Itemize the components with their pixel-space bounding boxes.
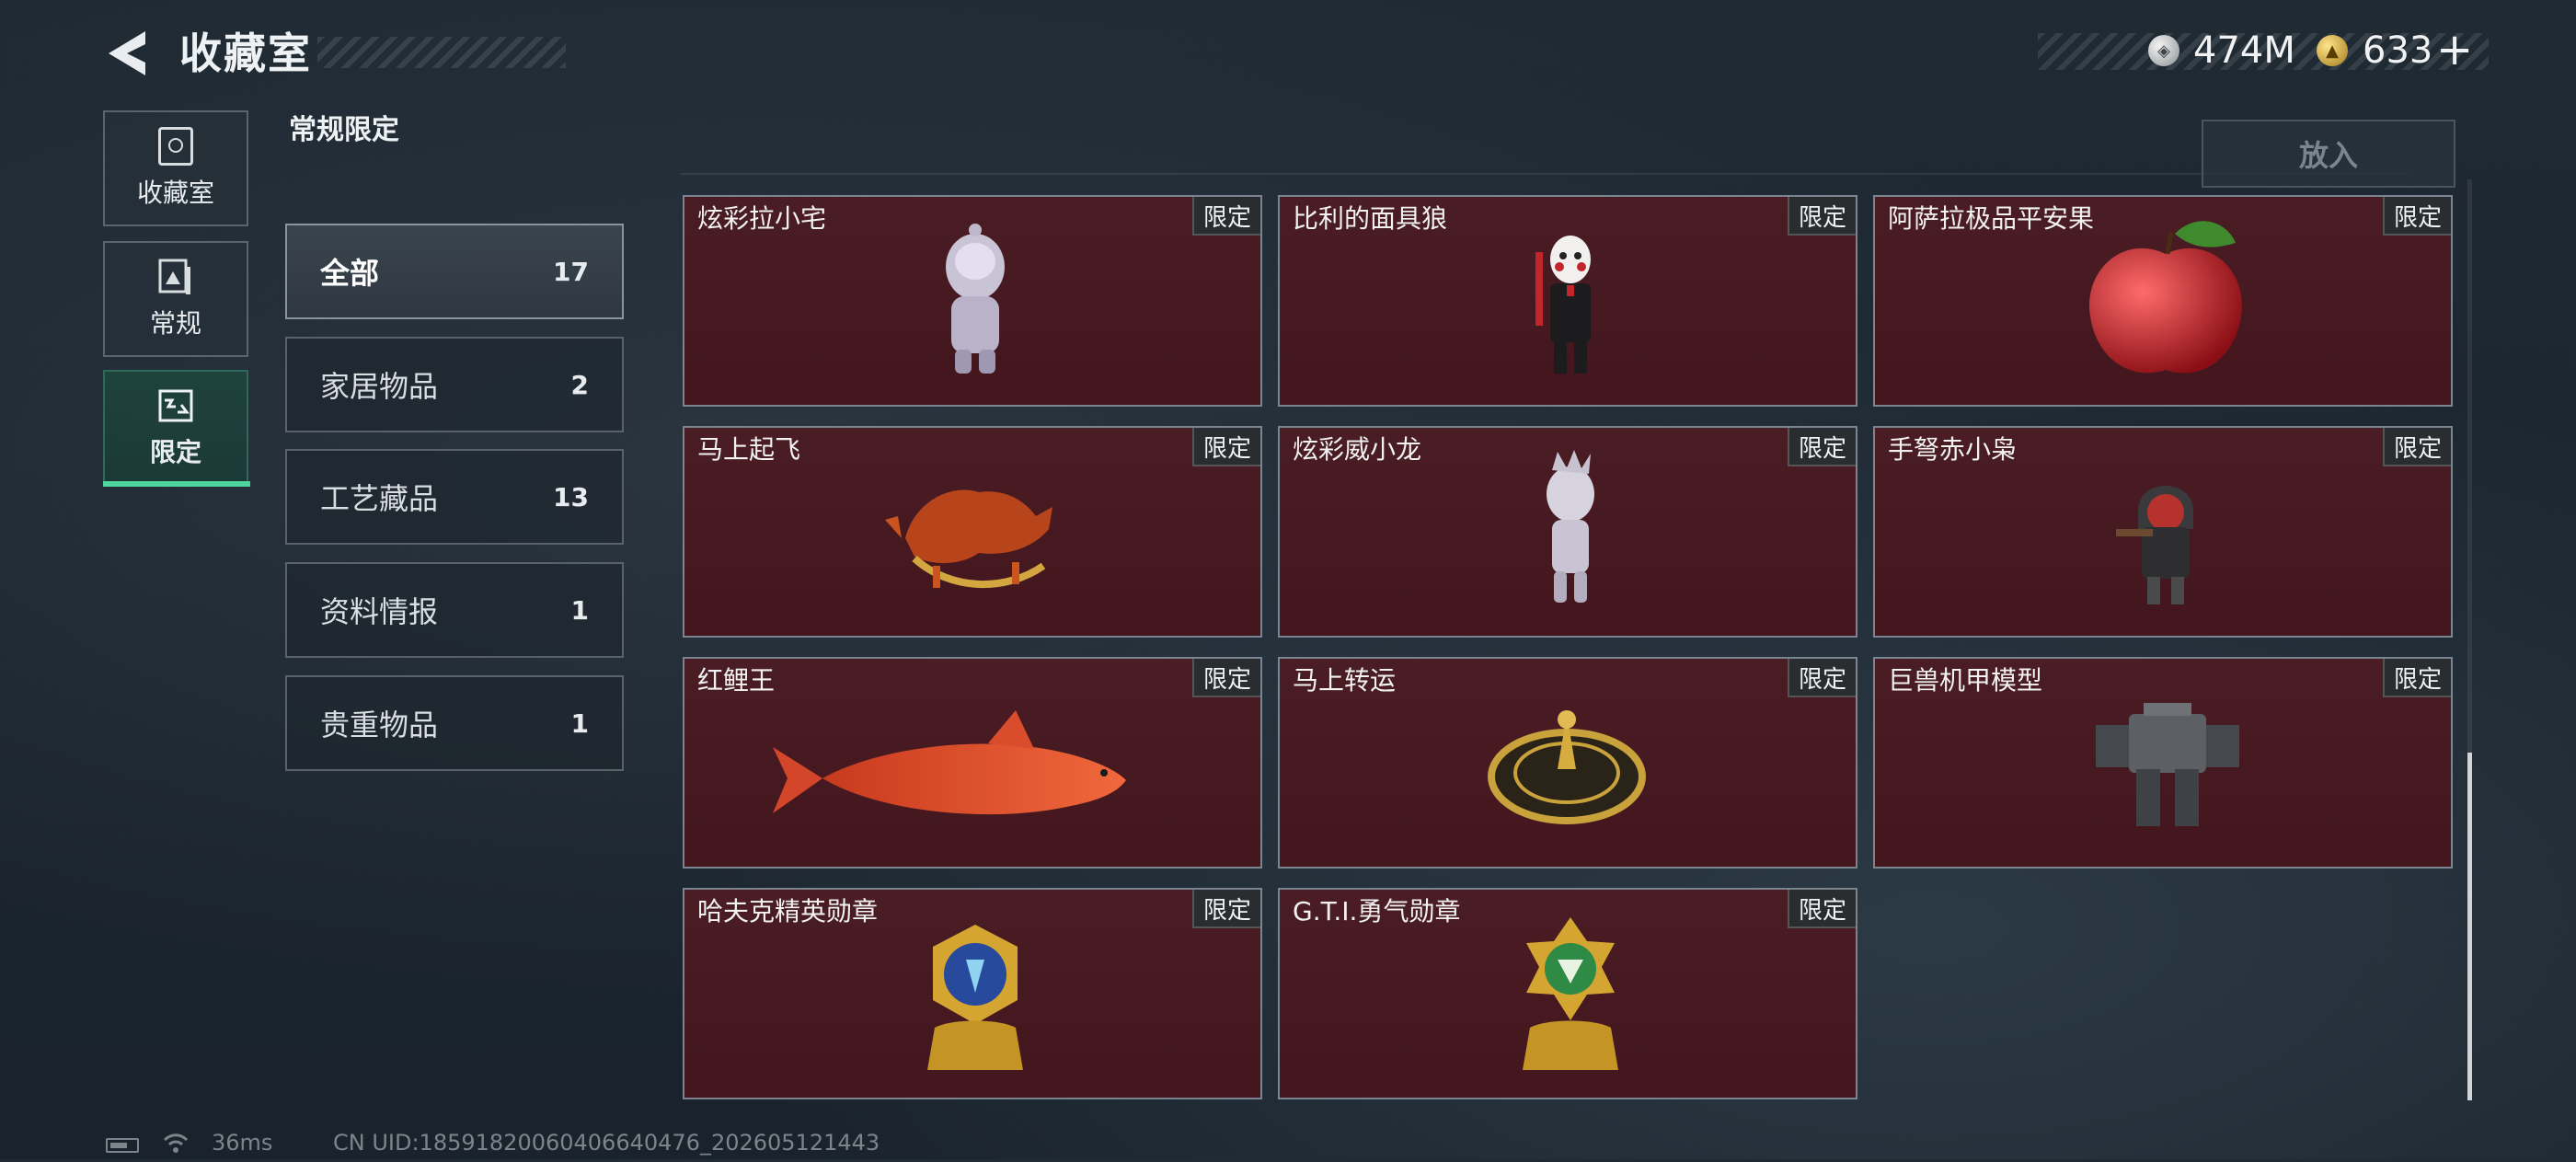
- category-count: 13: [553, 481, 589, 512]
- item-grid: 炫彩拉小宅 限定 比利的面具狼 限定 阿萨拉极品平安果 限定 马上起飞 限定 炫…: [683, 195, 2453, 1100]
- item-card[interactable]: 炫彩拉小宅 限定: [683, 195, 1262, 407]
- page-title: 收藏室: [179, 29, 312, 78]
- battery-icon: [106, 1138, 139, 1153]
- title-decoration: [317, 37, 566, 68]
- nav-item-label: 收藏室: [136, 178, 214, 208]
- limited-badge: 限定: [1192, 428, 1260, 466]
- item-name: 红鲤王: [697, 665, 776, 696]
- active-tab-indicator: [103, 481, 250, 487]
- item-name: 炫彩拉小宅: [697, 203, 827, 234]
- item-card[interactable]: 红鲤王 限定: [683, 657, 1262, 869]
- item-card[interactable]: 炫彩威小龙 限定: [1278, 426, 1857, 638]
- item-name: 哈夫克精英勋章: [697, 896, 879, 926]
- item-card[interactable]: 哈夫克精英勋章 限定: [683, 888, 1262, 1099]
- category-valuables[interactable]: 贵重物品 1: [285, 675, 624, 771]
- category-home-items[interactable]: 家居物品 2: [285, 337, 624, 432]
- wifi-icon: [162, 1132, 190, 1162]
- category-count: 2: [570, 369, 589, 400]
- item-name: 比利的面具狼: [1293, 203, 1448, 234]
- nav-item-limited[interactable]: 限定: [103, 370, 248, 486]
- item-name: 巨兽机甲模型: [1888, 665, 2043, 696]
- item-card[interactable]: G.T.I.勇气勋章 限定: [1278, 888, 1857, 1099]
- limited-badge: 限定: [1788, 428, 1856, 466]
- category-count: 1: [570, 708, 589, 739]
- category-count: 1: [570, 594, 589, 626]
- limited-icon: [158, 389, 193, 422]
- limited-badge: 限定: [2383, 428, 2451, 466]
- divider: [681, 173, 2410, 175]
- item-name: G.T.I.勇气勋章: [1293, 896, 1461, 926]
- limited-badge: 限定: [1192, 890, 1260, 928]
- ping-value: 36ms: [212, 1130, 273, 1156]
- limited-badge: 限定: [1192, 659, 1260, 697]
- item-name: 马上起飞: [697, 434, 801, 465]
- back-button[interactable]: [103, 26, 155, 81]
- category-intel[interactable]: 资料情报 1: [285, 562, 624, 658]
- category-crafts[interactable]: 工艺藏品 13: [285, 449, 624, 545]
- nav-item-collection[interactable]: 收藏室: [103, 110, 248, 226]
- silver-balance: 474M: [2193, 29, 2295, 72]
- limited-badge: 限定: [2383, 197, 2451, 236]
- silver-coin-icon: ◈: [2148, 35, 2179, 66]
- item-name: 炫彩威小龙: [1293, 434, 1422, 465]
- put-in-button[interactable]: 放入: [2202, 120, 2455, 188]
- nav-item-regular[interactable]: 常规: [103, 241, 248, 357]
- user-uid: CN UID:18591820060406640476_202605121443: [333, 1130, 880, 1156]
- category-all[interactable]: 全部 17: [285, 224, 624, 319]
- category-label: 贵重物品: [320, 708, 439, 742]
- add-currency-button[interactable]: +: [2436, 26, 2473, 74]
- item-card[interactable]: 手弩赤小枭 限定: [1873, 426, 2453, 638]
- limited-badge: 限定: [1788, 890, 1856, 928]
- limited-badge: 限定: [1788, 197, 1856, 236]
- category-count: 17: [553, 256, 589, 287]
- gold-balance: 633: [2363, 29, 2433, 72]
- item-card[interactable]: 马上转运 限定: [1278, 657, 1857, 869]
- back-arrow-icon: [109, 31, 145, 75]
- item-card[interactable]: 阿萨拉极品平安果 限定: [1873, 195, 2453, 407]
- category-label: 家居物品: [320, 369, 439, 404]
- nav-item-label: 限定: [149, 437, 201, 467]
- limited-badge: 限定: [1788, 659, 1856, 697]
- vault-icon: [158, 127, 193, 166]
- item-card[interactable]: 比利的面具狼 限定: [1278, 195, 1857, 407]
- gold-coin-icon: ▲: [2317, 35, 2348, 66]
- item-card[interactable]: 马上起飞 限定: [683, 426, 1262, 638]
- item-name: 马上转运: [1293, 665, 1397, 696]
- item-name: 手弩赤小枭: [1888, 434, 2018, 465]
- nav-item-label: 常规: [149, 308, 201, 339]
- picture-icon: [158, 259, 190, 294]
- section-title: 常规限定: [289, 114, 399, 146]
- category-label: 工艺藏品: [320, 481, 439, 516]
- limited-badge: 限定: [2383, 659, 2451, 697]
- item-card[interactable]: 巨兽机甲模型 限定: [1873, 657, 2453, 869]
- item-name: 阿萨拉极品平安果: [1888, 203, 2095, 234]
- scrollbar-thumb[interactable]: [2467, 753, 2472, 1100]
- limited-badge: 限定: [1192, 197, 1260, 236]
- category-label: 资料情报: [320, 594, 439, 629]
- category-label: 全部: [320, 256, 380, 291]
